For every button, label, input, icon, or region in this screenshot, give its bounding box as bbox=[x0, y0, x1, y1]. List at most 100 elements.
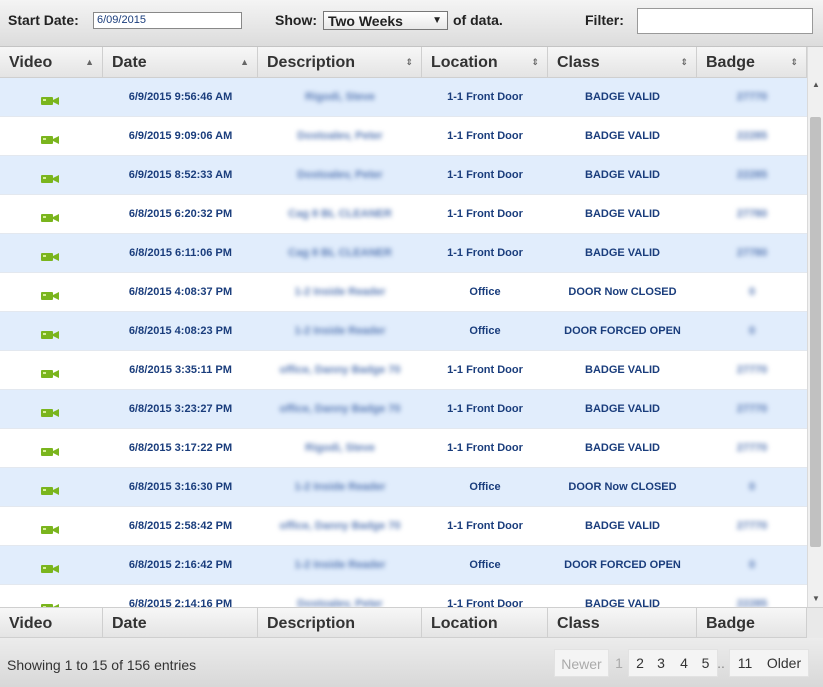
event-date: 6/9/2015 8:52:33 AM bbox=[128, 169, 233, 181]
table-footer-header: Video Date Description Location Class Ba… bbox=[0, 607, 807, 639]
event-badge: 22285 bbox=[736, 169, 768, 181]
video-camera-icon[interactable] bbox=[41, 249, 60, 261]
event-class: BADGE VALID bbox=[585, 169, 660, 181]
event-location: 1-1 Front Door bbox=[447, 91, 523, 103]
event-class: BADGE VALID bbox=[585, 208, 660, 220]
video-camera-icon[interactable] bbox=[41, 327, 60, 339]
table-row[interactable]: 6/8/2015 3:23:27 PM office, Danny Badge 7… bbox=[0, 390, 807, 429]
newer-button[interactable]: Newer bbox=[554, 649, 609, 677]
event-badge: 27780 bbox=[736, 247, 768, 259]
event-date: 6/8/2015 4:08:23 PM bbox=[128, 325, 233, 337]
video-camera-icon[interactable] bbox=[41, 444, 60, 456]
page-button-5[interactable]: 5 bbox=[695, 649, 716, 677]
video-camera-icon[interactable] bbox=[41, 210, 60, 222]
table-row[interactable]: 6/8/2015 4:08:23 PM 1-2 Inside Reader Offi… bbox=[0, 312, 807, 351]
table-row[interactable]: 6/9/2015 9:09:06 AM Dostoalev, Peter 1-1 F… bbox=[0, 117, 807, 156]
page-button-4[interactable]: 4 bbox=[673, 649, 695, 677]
sort-arrows-icon: ▲ bbox=[240, 57, 249, 67]
event-description: Cag 8 BL CLEANER bbox=[288, 247, 392, 259]
event-date: 6/8/2015 2:16:42 PM bbox=[128, 559, 233, 571]
table-row[interactable]: 6/9/2015 9:56:46 AM Rigodi, Steve 1-1 Fron… bbox=[0, 78, 807, 117]
event-description: Rigodi, Steve bbox=[305, 442, 375, 454]
older-button[interactable]: Older bbox=[762, 649, 806, 677]
video-camera-icon[interactable] bbox=[41, 561, 60, 573]
event-date: 6/8/2015 3:17:22 PM bbox=[128, 442, 233, 454]
show-range-select[interactable]: Two Weeks ▼ bbox=[323, 11, 448, 30]
sort-asc-icon: ▲ bbox=[85, 57, 94, 67]
event-location: 1-1 Front Door bbox=[447, 520, 523, 532]
page-button-2[interactable]: 2 bbox=[630, 649, 650, 677]
video-camera-icon[interactable] bbox=[41, 288, 60, 300]
event-date: 6/8/2015 3:35:11 PM bbox=[129, 364, 232, 376]
column-header-date[interactable]: Date ▲ bbox=[103, 47, 258, 78]
video-camera-icon[interactable] bbox=[41, 93, 60, 105]
chevron-down-icon: ▼ bbox=[432, 15, 442, 26]
table-row[interactable]: 6/8/2015 6:11:06 PM Cag 8 BL CLEANER 1-1 F… bbox=[0, 234, 807, 273]
event-description: 1-2 Inside Reader bbox=[294, 481, 386, 493]
event-badge: 22285 bbox=[736, 130, 768, 142]
column-header-description[interactable]: Description ⇕ bbox=[258, 47, 422, 78]
start-date-label: Start Date: bbox=[8, 12, 79, 28]
column-header-location[interactable]: Location ⇕ bbox=[422, 47, 548, 78]
filter-label: Filter: bbox=[585, 12, 624, 28]
event-badge: 27770 bbox=[736, 91, 768, 103]
video-camera-icon[interactable] bbox=[41, 366, 60, 378]
event-location: 1-1 Front Door bbox=[447, 364, 523, 376]
video-camera-icon[interactable] bbox=[41, 483, 60, 495]
footer-column-badge: Badge bbox=[697, 608, 807, 639]
event-location: 1-1 Front Door bbox=[447, 598, 523, 607]
column-header-badge[interactable]: Badge ⇕ bbox=[697, 47, 807, 78]
event-badge: 0 bbox=[748, 559, 756, 571]
filter-input[interactable] bbox=[637, 8, 813, 34]
event-description: office, Danny Badge 70 bbox=[279, 520, 401, 532]
scroll-down-icon[interactable]: ▼ bbox=[808, 591, 823, 607]
event-class: DOOR Now CLOSED bbox=[568, 286, 677, 298]
event-class: DOOR FORCED OPEN bbox=[564, 559, 681, 571]
video-camera-icon[interactable] bbox=[41, 171, 60, 183]
event-class: BADGE VALID bbox=[585, 130, 660, 142]
show-label: Show: bbox=[275, 12, 317, 28]
table-row[interactable]: 6/8/2015 2:14:16 PM Dostoalev, Peter 1-1 F… bbox=[0, 585, 807, 607]
table-header: Video ▲ Date ▲ Description ⇕ Location ⇕ Clas… bbox=[0, 47, 807, 78]
sort-arrows-icon: ⇕ bbox=[790, 57, 798, 67]
show-range-value: Two Weeks bbox=[328, 13, 403, 29]
event-date: 6/8/2015 3:16:30 PM bbox=[128, 481, 233, 493]
event-description: office, Danny Badge 70 bbox=[279, 403, 401, 415]
column-header-video[interactable]: Video ▲ bbox=[0, 47, 103, 78]
event-location: 1-1 Front Door bbox=[447, 169, 523, 181]
video-camera-icon[interactable] bbox=[41, 522, 60, 534]
event-badge: 27780 bbox=[736, 208, 768, 220]
event-date: 6/8/2015 6:11:06 PM bbox=[129, 247, 232, 259]
event-description: 1-2 Inside Reader bbox=[294, 286, 386, 298]
table-row[interactable]: 6/8/2015 3:35:11 PM office, Danny Badge 7… bbox=[0, 351, 807, 390]
video-camera-icon[interactable] bbox=[41, 132, 60, 144]
event-description: office, Danny Badge 70 bbox=[279, 364, 401, 376]
table-row[interactable]: 6/8/2015 2:58:42 PM office, Danny Badge 7… bbox=[0, 507, 807, 546]
scrollbar-thumb[interactable] bbox=[810, 117, 821, 547]
event-date: 6/8/2015 2:58:42 PM bbox=[128, 520, 233, 532]
video-camera-icon[interactable] bbox=[41, 405, 60, 417]
table-row[interactable]: 6/8/2015 2:16:42 PM 1-2 Inside Reader Offi… bbox=[0, 546, 807, 585]
table-row[interactable]: 6/8/2015 6:20:32 PM Cag 8 BL CLEANER 1-1 F… bbox=[0, 195, 807, 234]
table-row[interactable]: 6/9/2015 8:52:33 AM Dostoalev, Peter 1-1 F… bbox=[0, 156, 807, 195]
page-button-1[interactable]: 1 bbox=[610, 649, 628, 677]
event-date: 6/9/2015 9:56:46 AM bbox=[128, 91, 233, 103]
table-row[interactable]: 6/8/2015 4:08:37 PM 1-2 Inside Reader Offi… bbox=[0, 273, 807, 312]
footer-column-description: Description bbox=[258, 608, 422, 639]
vertical-scrollbar[interactable]: ▲ ▼ bbox=[807, 47, 823, 607]
page-button-3[interactable]: 3 bbox=[651, 649, 671, 677]
video-camera-icon[interactable] bbox=[41, 600, 60, 607]
column-header-class[interactable]: Class ⇕ bbox=[548, 47, 697, 78]
scroll-up-icon[interactable]: ▲ bbox=[808, 77, 823, 93]
table-row[interactable]: 6/8/2015 3:17:22 PM Rigodi, Steve 1-1 Fron… bbox=[0, 429, 807, 468]
event-badge: 27770 bbox=[736, 364, 768, 376]
event-location: 1-1 Front Door bbox=[447, 442, 523, 454]
event-description: Dostoalev, Peter bbox=[297, 130, 383, 142]
event-location: 1-1 Front Door bbox=[447, 247, 523, 259]
event-badge: 27770 bbox=[736, 442, 768, 454]
page-button-11[interactable]: 11 bbox=[731, 649, 759, 677]
event-badge: 0 bbox=[748, 481, 756, 493]
event-date: 6/8/2015 4:08:37 PM bbox=[128, 286, 233, 298]
start-date-input[interactable]: 6/09/2015 bbox=[93, 12, 242, 29]
table-row[interactable]: 6/8/2015 3:16:30 PM 1-2 Inside Reader Offi… bbox=[0, 468, 807, 507]
